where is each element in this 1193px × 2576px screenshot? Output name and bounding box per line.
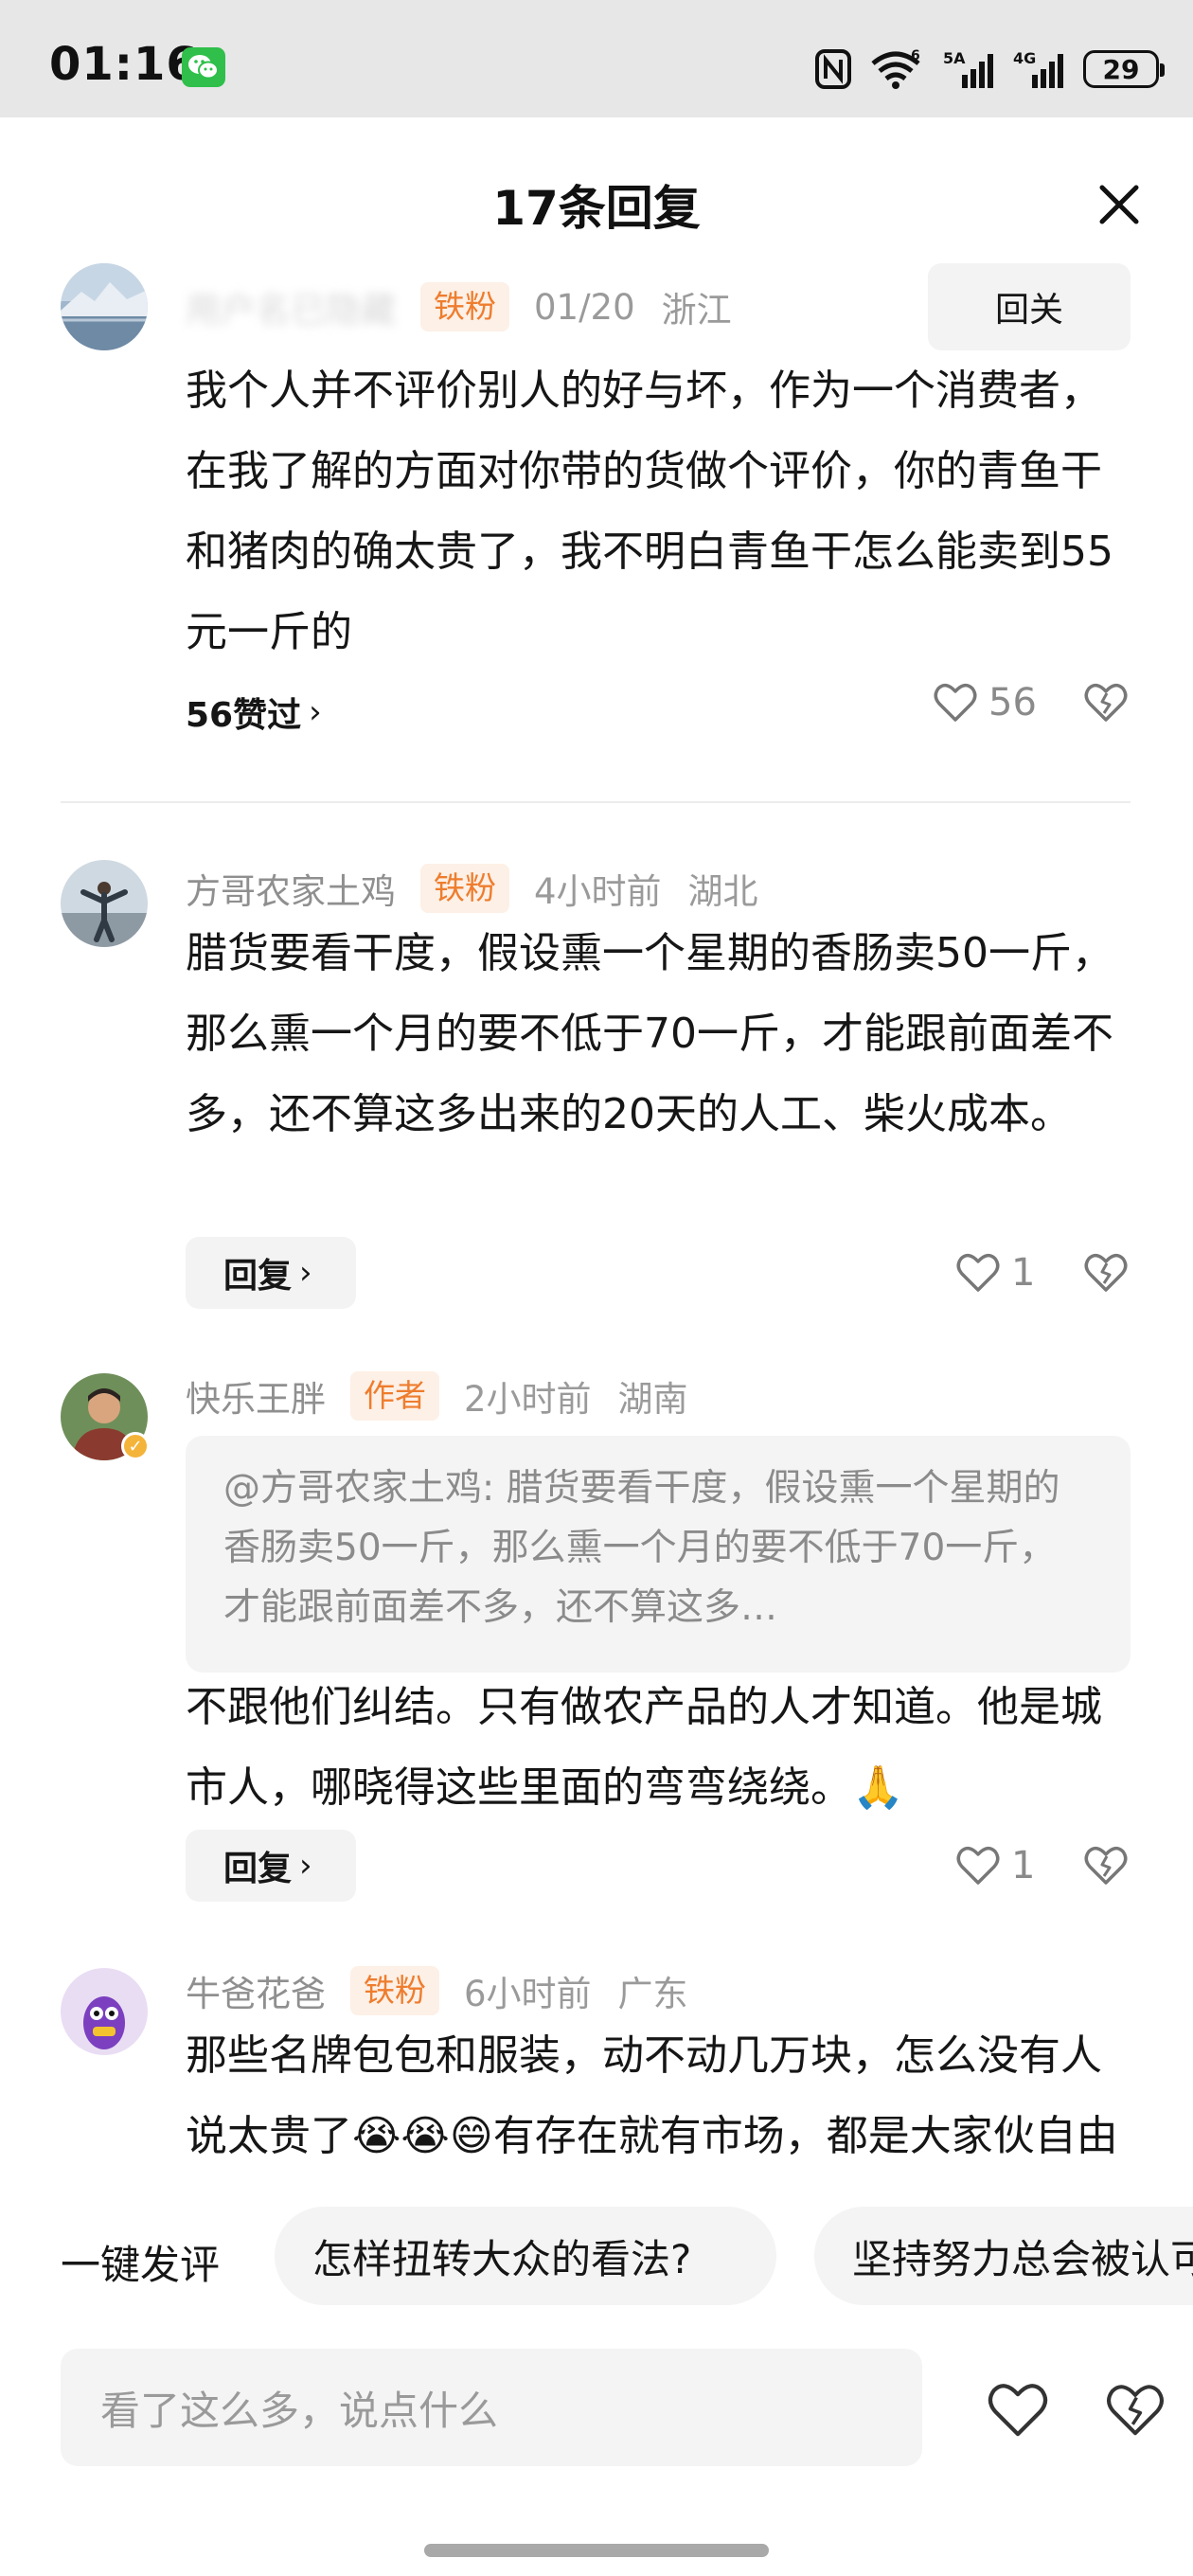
- broken-heart-icon: [1084, 1846, 1128, 1885]
- close-icon: [1099, 185, 1139, 224]
- chevron-right-icon: ›: [299, 1847, 312, 1885]
- dislike-button[interactable]: [1081, 1841, 1131, 1890]
- comment-username[interactable]: 方哥农家土鸡: [186, 863, 396, 914]
- chevron-right-icon: ›: [299, 1254, 312, 1292]
- comment-time: 6小时前: [464, 1974, 592, 2014]
- close-button[interactable]: [1089, 174, 1149, 235]
- sheet-title: 17条回复: [492, 181, 701, 236]
- bottom-composer: 一键发评 怎样扭转大众的看法? 坚持努力总会被认可 看了这么多，说点什么: [0, 2197, 1193, 2576]
- reply-label: 回复: [223, 1257, 293, 1296]
- comment-text: 不跟他们纠结。只有做农产品的人才知道。他是城市人，哪晓得这些里面的弯弯绕绕。🙏: [186, 1683, 1102, 1812]
- comment-location: 湖北: [687, 871, 758, 912]
- comment-location: 湖南: [617, 1379, 688, 1420]
- like-post-button[interactable]: [985, 2377, 1051, 2443]
- status-icons: 6 5A 4G 29: [814, 47, 1165, 91]
- quoted-comment[interactable]: @方哥农家土鸡: 腊货要看干度，假设熏一个星期的香肠卖50一斤，那么熏一个月的要…: [186, 1436, 1131, 1673]
- fan-badge: 铁粉: [420, 282, 509, 331]
- verified-icon: ✓: [121, 1432, 150, 1460]
- comment-time: 4小时前: [534, 871, 662, 912]
- battery-indicator: 29: [1083, 50, 1165, 88]
- comment-meta: 快乐王胖 作者 2小时前 湖南: [186, 1369, 688, 1422]
- comment-meta: 牛爸花爸 铁粉 6小时前 广东: [186, 1964, 688, 2017]
- comment-text: 我个人并不评价别人的好与坏，作为一个消费者，在我了解的方面对你带的货做个评价，你…: [186, 367, 1113, 656]
- avatar[interactable]: [61, 860, 148, 947]
- quick-reply-chip[interactable]: 怎样扭转大众的看法?: [275, 2207, 776, 2305]
- avatar[interactable]: [61, 1968, 148, 2055]
- like-count: 56: [988, 681, 1037, 724]
- comment-meta: 方哥农家土鸡 铁粉 4小时前 湖北: [186, 862, 758, 915]
- heart-icon: [956, 1846, 1000, 1885]
- wifi-icon: 6: [871, 48, 920, 89]
- liked-by-label: 56赞过: [186, 696, 302, 735]
- reply-button[interactable]: 回复 ›: [186, 1830, 356, 1902]
- comment-username[interactable]: 牛爸花爸: [186, 1965, 326, 2016]
- broken-heart-icon: [1084, 683, 1128, 722]
- signal-label-3: 4G: [1013, 49, 1036, 67]
- comment-time: 2小时前: [464, 1379, 592, 1420]
- follow-back-button[interactable]: 回关: [928, 263, 1131, 350]
- status-time: 01:16: [49, 38, 199, 91]
- signal-4g-icon: 4G: [1013, 49, 1063, 88]
- like-count: 1: [1011, 1844, 1036, 1887]
- heart-icon: [956, 1253, 1000, 1292]
- avatar[interactable]: [61, 263, 148, 350]
- reply-button[interactable]: 回复 ›: [186, 1237, 356, 1309]
- nfc-icon: [815, 49, 851, 89]
- author-badge: 作者: [350, 1371, 439, 1421]
- like-button[interactable]: 1: [954, 1244, 1035, 1301]
- comment-username[interactable]: 快乐王胖: [186, 1370, 326, 1422]
- signal-label-2: 5A: [943, 49, 966, 67]
- quick-reply-label: 一键发评: [61, 2242, 221, 2288]
- signal-5a-icon: 5A: [943, 49, 993, 88]
- heart-icon: [988, 2384, 1048, 2437]
- broken-heart-icon: [1107, 2385, 1164, 2436]
- home-indicator[interactable]: [424, 2544, 769, 2557]
- avatar[interactable]: ✓: [61, 1373, 150, 1460]
- status-bar: 01:16 6 5A 4G 29: [0, 0, 1193, 117]
- like-button[interactable]: 1: [954, 1837, 1035, 1894]
- comment-username[interactable]: 用户名已隐藏: [186, 281, 396, 332]
- signal-label-1: 6: [911, 48, 920, 63]
- liked-by-link[interactable]: 56赞过 ›: [186, 684, 322, 741]
- wechat-notification-icon: [182, 47, 225, 87]
- comment-input[interactable]: 看了这么多，说点什么: [61, 2349, 922, 2466]
- heart-icon: [934, 683, 977, 722]
- like-button[interactable]: 56: [932, 674, 1037, 731]
- reply-label: 回复: [223, 1850, 293, 1888]
- dislike-button[interactable]: [1081, 1248, 1131, 1297]
- chevron-right-icon: ›: [309, 693, 322, 731]
- divider: [61, 801, 1131, 803]
- fan-badge: 铁粉: [420, 864, 509, 913]
- sheet-header: 17条回复: [0, 117, 1193, 259]
- broken-heart-icon: [1084, 1253, 1128, 1292]
- like-count: 1: [1011, 1251, 1036, 1295]
- comment-meta: 用户名已隐藏 铁粉 01/20 浙江: [186, 280, 732, 333]
- comment-text: 腊货要看干度，假设熏一个星期的香肠卖50一斤，那么熏一个月的要不低于70一斤，才…: [186, 929, 1113, 1138]
- comment-text: 那些名牌包包和服装，动不动几万块，怎么没有人说太贵了😭😭😄有存在就有市场，都是大…: [186, 2031, 1118, 2160]
- dislike-post-button[interactable]: [1102, 2377, 1168, 2443]
- comment-location: 浙江: [661, 290, 732, 331]
- fan-badge: 铁粉: [350, 1966, 439, 2015]
- comment-location: 广东: [617, 1974, 688, 2014]
- quick-reply-chip[interactable]: 坚持努力总会被认可: [814, 2207, 1193, 2305]
- dislike-button[interactable]: [1081, 678, 1131, 727]
- comment-time: 01/20: [534, 286, 635, 328]
